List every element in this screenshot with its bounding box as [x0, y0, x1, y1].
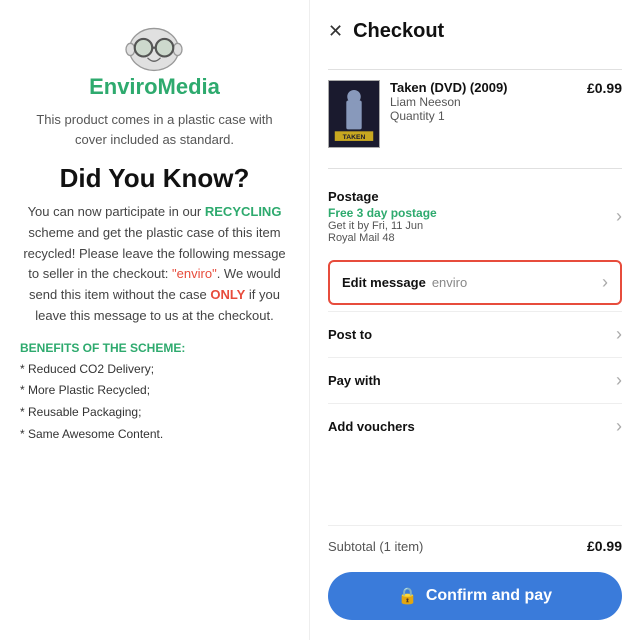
edit-message-chevron-icon: ›: [602, 272, 608, 293]
product-description: This product comes in a plastic case wit…: [20, 110, 289, 149]
pay-with-row[interactable]: Pay with ›: [328, 357, 622, 403]
pay-with-chevron-icon: ›: [616, 370, 622, 391]
logo-black-part: Enviro: [89, 74, 157, 99]
edit-message-row[interactable]: Edit message enviro ›: [328, 260, 622, 305]
benefit-3: * Reusable Packaging;: [20, 402, 163, 424]
checkout-header: ✕ Checkout: [328, 20, 622, 43]
benefit-4: * Same Awesome Content.: [20, 424, 163, 446]
main-text-part1: You can now participate in our: [28, 204, 205, 219]
product-quantity: Quantity 1: [390, 109, 577, 123]
benefits-title: BENEFITS OF THE SCHEME:: [20, 341, 185, 355]
left-panel: EnviroMedia This product comes in a plas…: [0, 0, 310, 640]
postage-free-label: Free 3 day postage: [328, 206, 437, 220]
postage-chevron-icon: ›: [616, 206, 622, 227]
subtotal-row: Subtotal (1 item) £0.99: [328, 525, 622, 566]
postage-detail2: Royal Mail 48: [328, 232, 437, 244]
logo-svg: [119, 24, 189, 74]
subtotal-price: £0.99: [587, 538, 622, 554]
postage-label: Postage: [328, 189, 437, 204]
benefit-1: * Reduced CO2 Delivery;: [20, 359, 163, 381]
edit-message-value: enviro: [432, 275, 467, 290]
only-word: ONLY: [210, 287, 245, 302]
close-icon[interactable]: ✕: [328, 21, 343, 42]
recycling-word: RECYCLING: [205, 204, 282, 219]
right-panel: ✕ Checkout TAKEN Taken (DVD) (2009) Liam…: [310, 0, 640, 640]
main-body-text: You can now participate in our RECYCLING…: [20, 202, 289, 327]
confirm-pay-button[interactable]: 🔒 Confirm and pay: [328, 572, 622, 620]
benefits-list: * Reduced CO2 Delivery; * More Plastic R…: [20, 359, 163, 445]
product-thumbnail: TAKEN: [328, 80, 380, 148]
add-vouchers-chevron-icon: ›: [616, 416, 622, 437]
confirm-pay-label: Confirm and pay: [426, 587, 552, 605]
edit-message-left: Edit message enviro: [342, 275, 467, 290]
postage-detail1: Get it by Fri, 11 Jun: [328, 220, 437, 232]
product-actor: Liam Neeson: [390, 95, 577, 109]
header-divider: [328, 69, 622, 70]
benefit-2: * More Plastic Recycled;: [20, 380, 163, 402]
add-vouchers-row[interactable]: Add vouchers ›: [328, 403, 622, 449]
add-vouchers-label: Add vouchers: [328, 419, 415, 434]
product-row: TAKEN Taken (DVD) (2009) Liam Neeson Qua…: [328, 80, 622, 148]
post-to-label: Post to: [328, 327, 372, 342]
logo-text: EnviroMedia: [89, 74, 220, 100]
product-name: Taken (DVD) (2009): [390, 80, 577, 95]
edit-message-label: Edit message: [342, 275, 426, 290]
product-cover-svg: TAKEN: [329, 80, 379, 148]
postage-info: Postage Free 3 day postage Get it by Fri…: [328, 189, 437, 244]
quote-word: "enviro": [172, 266, 217, 281]
post-to-chevron-icon: ›: [616, 324, 622, 345]
lock-icon: 🔒: [398, 586, 418, 606]
product-info: Taken (DVD) (2009) Liam Neeson Quantity …: [390, 80, 577, 123]
post-to-row[interactable]: Post to ›: [328, 311, 622, 357]
svg-text:TAKEN: TAKEN: [343, 134, 366, 141]
checkout-title: Checkout: [353, 20, 444, 43]
logo-area: EnviroMedia: [89, 24, 220, 100]
product-divider: [328, 168, 622, 169]
subtotal-label: Subtotal (1 item): [328, 539, 423, 554]
pay-with-label: Pay with: [328, 373, 381, 388]
logo-green-part: Media: [158, 74, 220, 99]
did-you-know-heading: Did You Know?: [60, 163, 250, 194]
postage-row[interactable]: Postage Free 3 day postage Get it by Fri…: [328, 179, 622, 254]
product-price: £0.99: [587, 80, 622, 96]
